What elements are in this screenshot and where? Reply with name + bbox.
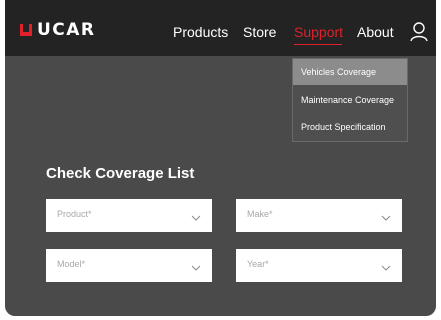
- menu-item-product-specification[interactable]: Product Specification: [293, 114, 407, 140]
- product-select[interactable]: Product*: [46, 199, 212, 232]
- nav-about[interactable]: About: [357, 24, 394, 40]
- chevron-down-icon: [191, 260, 201, 271]
- model-placeholder: Model*: [57, 259, 86, 269]
- main-nav: Products Store Support About: [5, 0, 436, 56]
- product-placeholder: Product*: [57, 209, 92, 219]
- nav-products[interactable]: Products: [173, 24, 228, 40]
- app-window: UCAR Products Store Support About Vehicl…: [5, 0, 436, 316]
- chevron-down-icon: [381, 210, 391, 221]
- model-select[interactable]: Model*: [46, 249, 212, 282]
- nav-support[interactable]: Support: [294, 24, 343, 40]
- user-icon[interactable]: [410, 22, 428, 42]
- make-select[interactable]: Make*: [236, 199, 402, 232]
- chevron-down-icon: [191, 210, 201, 221]
- top-navigation-bar: UCAR Products Store Support About: [5, 0, 436, 56]
- support-dropdown-menu: Vehicles Coverage Maintenance Coverage P…: [292, 58, 408, 142]
- nav-store[interactable]: Store: [243, 24, 276, 40]
- menu-item-vehicles-coverage[interactable]: Vehicles Coverage: [293, 59, 407, 85]
- nav-active-underline: [294, 44, 342, 45]
- coverage-heading: Check Coverage List: [46, 165, 195, 182]
- year-placeholder: Year*: [247, 259, 269, 269]
- chevron-down-icon: [381, 260, 391, 271]
- menu-item-maintenance-coverage[interactable]: Maintenance Coverage: [293, 87, 407, 113]
- year-select[interactable]: Year*: [236, 249, 402, 282]
- make-placeholder: Make*: [247, 209, 273, 219]
